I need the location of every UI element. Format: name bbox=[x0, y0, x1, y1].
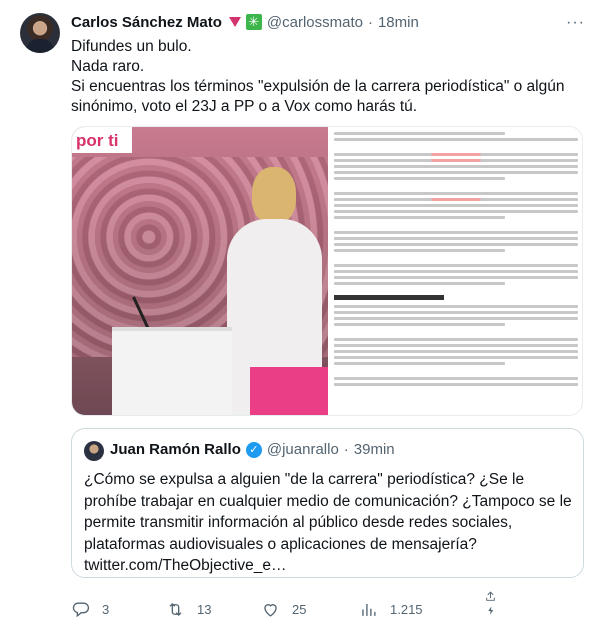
separator-dot: · bbox=[367, 13, 373, 31]
quoted-tweet-text: ¿Cómo se expulsa a alguien "de la carrer… bbox=[84, 471, 572, 574]
tweet-line: Si encuentras los términos "expulsión de… bbox=[71, 78, 565, 115]
author-name[interactable]: Carlos Sánchez Mato bbox=[71, 14, 222, 31]
views-icon bbox=[362, 603, 376, 616]
views-count: 1.215 bbox=[390, 601, 423, 617]
event-photo: por ti bbox=[72, 127, 328, 415]
retweet-button[interactable]: 13 bbox=[166, 596, 211, 622]
quoted-tweet-header: Juan Ramón Rallo ✓ @juanrallo · 39min bbox=[110, 441, 395, 458]
retweet-icon bbox=[169, 602, 182, 616]
document-excerpt bbox=[328, 127, 582, 415]
quoted-author-name: Juan Ramón Rallo bbox=[110, 441, 241, 458]
more-options-icon[interactable]: ··· bbox=[566, 14, 585, 32]
tweet-header: Carlos Sánchez Mato ✳ @carlossmato · 18m… bbox=[71, 12, 419, 32]
heart-icon bbox=[264, 603, 277, 617]
tweet-media-image[interactable]: por ti bbox=[71, 126, 583, 416]
lightning-icon bbox=[487, 606, 493, 615]
flag-icon bbox=[228, 17, 241, 27]
tweet-text: Difundes un bulo. Nada raro. Si encuentr… bbox=[71, 37, 576, 117]
like-button[interactable]: 25 bbox=[261, 596, 306, 622]
like-count: 25 bbox=[292, 601, 307, 617]
quoted-author-handle: @juanrallo bbox=[266, 441, 339, 458]
tweet-line: Difundes un bulo. bbox=[71, 38, 192, 55]
document-heading bbox=[334, 295, 444, 300]
party-badge-icon: ✳ bbox=[245, 14, 262, 30]
verified-icon: ✓ bbox=[245, 441, 262, 458]
tweet-timestamp[interactable]: 18min bbox=[378, 14, 419, 31]
retweet-count: 13 bbox=[197, 601, 212, 617]
photo-caption: por ti bbox=[72, 127, 132, 153]
reply-count: 3 bbox=[102, 601, 110, 617]
quoted-tweet-timestamp: 39min bbox=[353, 441, 395, 458]
quoted-author-avatar bbox=[84, 441, 104, 461]
tweet: Carlos Sánchez Mato ✳ @carlossmato · 18m… bbox=[0, 0, 592, 633]
lectern bbox=[112, 327, 232, 415]
separator-dot: · bbox=[343, 441, 349, 458]
share-icon bbox=[486, 591, 495, 601]
share-button[interactable] bbox=[481, 590, 500, 616]
views-button[interactable]: 1.215 bbox=[359, 596, 423, 622]
reply-icon bbox=[72, 601, 90, 617]
quoted-tweet[interactable]: Juan Ramón Rallo ✓ @juanrallo · 39min ¿C… bbox=[71, 428, 584, 578]
reply-button[interactable]: 3 bbox=[71, 596, 109, 622]
author-handle[interactable]: @carlossmato bbox=[267, 14, 363, 31]
author-avatar[interactable] bbox=[20, 13, 60, 53]
tweet-actions: 3 13 25 1.215 bbox=[71, 591, 583, 622]
tweet-line: Nada raro. bbox=[71, 58, 145, 75]
